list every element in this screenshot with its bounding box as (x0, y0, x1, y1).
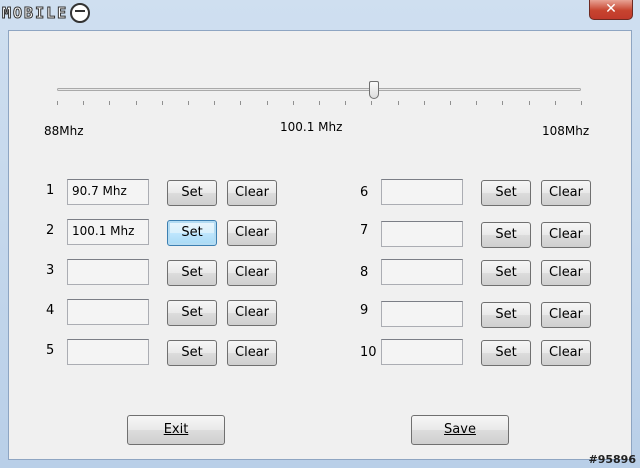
preset-4-clear-button[interactable]: Clear (227, 300, 277, 326)
preset-number: 1 (46, 183, 55, 198)
slider-tick (319, 101, 320, 105)
slider-tick (266, 101, 268, 105)
preset-5-set-button[interactable]: Set (167, 340, 217, 366)
save-button[interactable]: Save (411, 415, 509, 445)
slider-current-label: 100.1 Mhz (280, 120, 343, 134)
logo-face-icon (70, 3, 91, 23)
preset-9-set-button[interactable]: Set (481, 302, 531, 328)
client-area (8, 30, 632, 460)
preset-6-clear-button[interactable]: Clear (541, 180, 591, 206)
preset-10-clear-button[interactable]: Clear (541, 340, 591, 366)
preset-4-field[interactable] (67, 299, 149, 325)
preset-number: 10 (360, 345, 377, 360)
title-bar: MOBILE ✕ (0, 0, 640, 30)
preset-8-field[interactable] (381, 259, 463, 285)
slider-tick (83, 101, 85, 105)
preset-3-set-button[interactable]: Set (167, 260, 217, 286)
watermark: #95896 (588, 453, 637, 466)
slider-tick (345, 101, 347, 105)
slider-tick (581, 101, 582, 105)
slider-tick (450, 101, 451, 105)
preset-7-clear-button[interactable]: Clear (541, 222, 591, 248)
preset-8-set-button[interactable]: Set (481, 260, 531, 286)
preset-2-set-button[interactable]: Set (167, 220, 217, 246)
close-button[interactable]: ✕ (589, 0, 633, 20)
app-logo: MOBILE (1, 2, 91, 24)
slider-tick (502, 101, 504, 105)
preset-8-clear-button[interactable]: Clear (541, 260, 591, 286)
preset-number: 8 (360, 265, 369, 280)
slider-tick (188, 101, 189, 105)
exit-button[interactable]: Exit (127, 415, 225, 445)
preset-number: 3 (46, 263, 55, 278)
preset-3-field[interactable] (67, 259, 149, 285)
slider-min-label: 88Mhz (44, 124, 84, 138)
preset-number: 6 (360, 185, 369, 200)
slider-tick (292, 101, 294, 105)
exit-label: Exit (163, 422, 189, 437)
preset-5-field[interactable] (67, 339, 149, 365)
preset-7-field[interactable] (381, 221, 463, 247)
preset-2-clear-button[interactable]: Clear (227, 220, 277, 246)
slider-tick (135, 101, 137, 105)
slider-tick (240, 101, 242, 105)
preset-1-clear-button[interactable]: Clear (227, 180, 277, 206)
slider-tick (528, 101, 530, 105)
preset-6-field[interactable] (381, 179, 463, 205)
preset-4-set-button[interactable]: Set (167, 300, 217, 326)
save-label: Save (444, 422, 476, 437)
slider-tick (554, 101, 556, 105)
preset-9-clear-button[interactable]: Clear (541, 302, 591, 328)
frequency-slider-track[interactable] (57, 88, 581, 91)
preset-number: 2 (46, 223, 55, 238)
slider-tick (371, 101, 373, 105)
preset-3-clear-button[interactable]: Clear (227, 260, 277, 286)
frequency-slider-thumb[interactable] (369, 81, 380, 99)
slider-tick (109, 101, 111, 105)
preset-1-set-button[interactable]: Set (167, 180, 217, 206)
slider-tick (214, 101, 216, 105)
slider-tick (476, 101, 478, 105)
preset-2-field[interactable]: 100.1 Mhz (67, 219, 149, 245)
slider-tick (397, 101, 399, 105)
preset-1-field[interactable]: 90.7 Mhz (67, 179, 149, 205)
preset-number: 9 (360, 303, 369, 318)
preset-number: 7 (360, 223, 369, 238)
preset-number: 5 (46, 343, 55, 358)
slider-tick (161, 101, 163, 105)
slider-tick (423, 101, 425, 105)
logo-text: MOBILE (1, 4, 69, 23)
preset-10-field[interactable] (381, 339, 463, 365)
preset-7-set-button[interactable]: Set (481, 222, 531, 248)
slider-tick (57, 101, 58, 105)
preset-6-set-button[interactable]: Set (481, 180, 531, 206)
preset-10-set-button[interactable]: Set (481, 340, 531, 366)
preset-5-clear-button[interactable]: Clear (227, 340, 277, 366)
preset-number: 4 (46, 303, 55, 318)
preset-9-field[interactable] (381, 301, 463, 327)
slider-max-label: 108Mhz (542, 124, 590, 138)
